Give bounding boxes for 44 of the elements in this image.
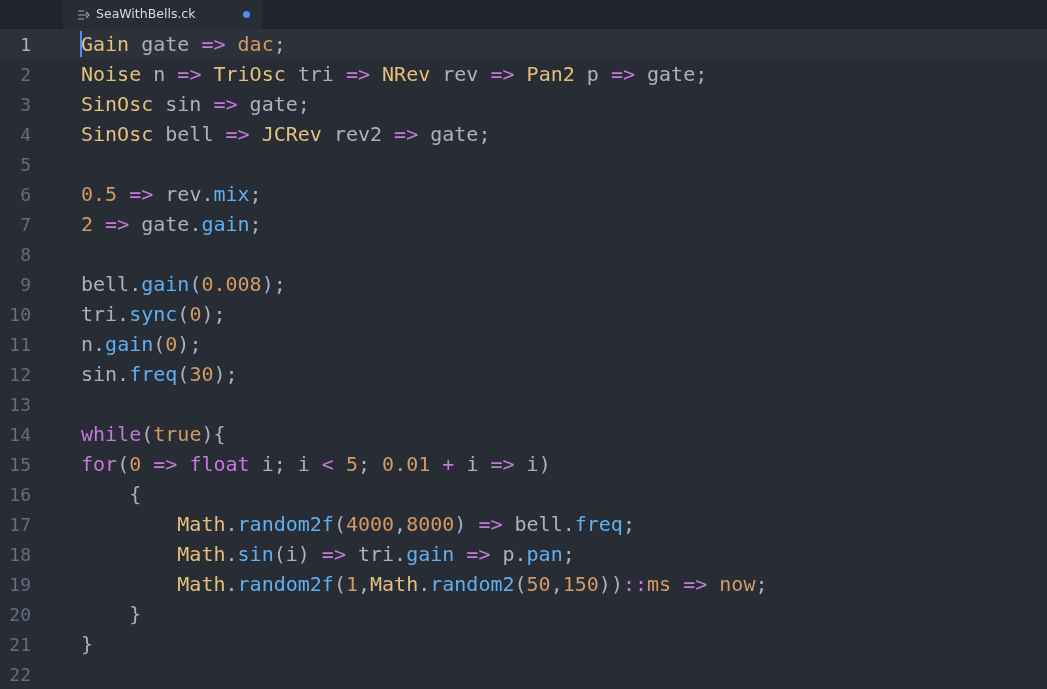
line-number: 17 <box>9 512 31 537</box>
line-number: 11 <box>9 332 31 357</box>
line-number: 16 <box>9 482 31 507</box>
line-number: 14 <box>9 422 31 447</box>
code-line: Math.random2f(1,Math.random2(50,150))::ms => now; <box>176 571 768 598</box>
line-number: 12 <box>9 362 31 387</box>
code-line: n.gain(0); <box>81 331 202 358</box>
line-number: 1 <box>20 32 31 57</box>
code-line: for(0 => float i; i < 5; 0.01 + i => i) <box>81 451 551 478</box>
line-number: 15 <box>9 452 31 477</box>
file-tab[interactable]: SeaWithBells.ck <box>63 0 262 29</box>
line-number: 5 <box>20 152 31 177</box>
line-number: 20 <box>9 602 31 627</box>
code-line: Math.random2f(4000,8000) => bell.freq; <box>176 511 635 538</box>
line-number: 2 <box>20 62 31 87</box>
line-number: 18 <box>9 542 31 567</box>
code-line: while(true){ <box>81 421 226 448</box>
code-line: tri.sync(0); <box>81 301 226 328</box>
code-line: SinOsc sin => gate; <box>81 91 310 118</box>
line-number: 6 <box>20 182 31 207</box>
line-number: 21 <box>9 632 31 657</box>
tab-title: SeaWithBells.ck <box>96 5 196 24</box>
text-cursor <box>80 31 82 57</box>
line-number: 8 <box>20 242 31 267</box>
code-line: sin.freq(30); <box>81 361 238 388</box>
code-line: Math.sin(i) => tri.gain => p.pan; <box>176 541 575 568</box>
code-line: bell.gain(0.008); <box>81 271 286 298</box>
line-number: 4 <box>20 122 31 147</box>
code-line: } <box>81 631 94 658</box>
code-line: { <box>128 481 142 508</box>
code-line: 2 => gate.gain; <box>81 211 262 238</box>
code-line: } <box>128 601 142 628</box>
code-line: Gain gate => dac; <box>81 31 286 58</box>
line-number: 7 <box>20 212 31 237</box>
line-number: 9 <box>20 272 31 297</box>
code-line: SinOsc bell => JCRev rev2 => gate; <box>81 121 491 148</box>
code-line: Noise n => TriOsc tri => NRev rev => Pan2 p => gate; <box>81 61 708 88</box>
line-number: 22 <box>9 662 31 687</box>
file-lines-icon <box>77 9 91 20</box>
line-number: 10 <box>9 302 31 327</box>
line-number: 13 <box>9 392 31 417</box>
line-number: 3 <box>20 92 31 117</box>
line-number: 19 <box>9 572 31 597</box>
code-line: 0.5 => rev.mix; <box>81 181 262 208</box>
